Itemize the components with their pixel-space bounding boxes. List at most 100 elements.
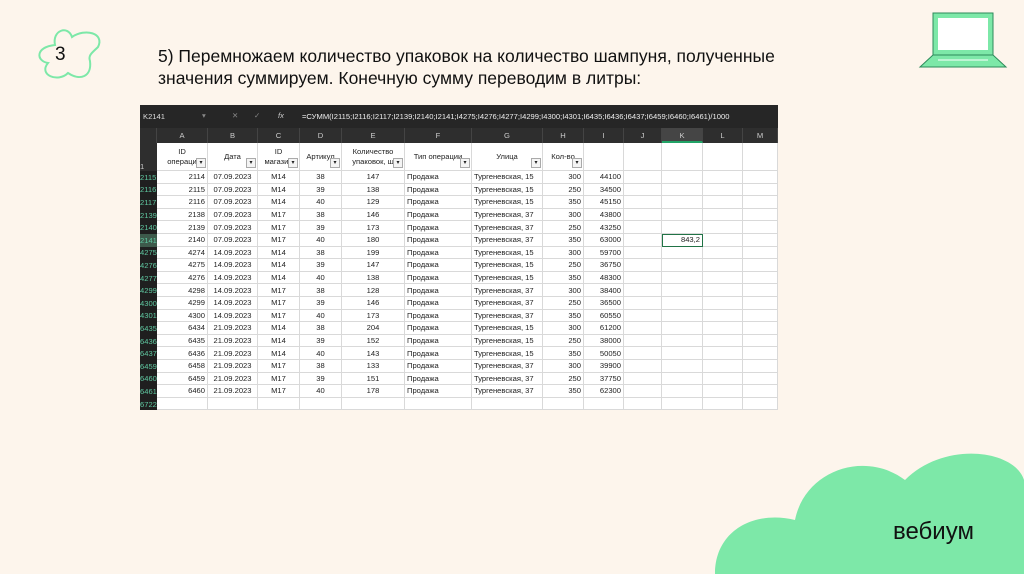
cell[interactable] [662,221,703,234]
row-number[interactable]: 6722 [140,397,157,410]
cell[interactable]: 147 [342,171,405,184]
cell[interactable] [662,183,703,197]
cell[interactable]: 151 [342,372,405,386]
cell[interactable] [703,284,743,297]
cell[interactable]: 40 [300,196,342,209]
cell[interactable] [624,309,662,323]
cell[interactable]: 39 [300,372,342,386]
cell[interactable] [743,347,778,360]
cell[interactable]: 250 [543,372,584,386]
cell[interactable]: Тургеневская, 37 [472,360,543,373]
cell[interactable] [743,297,778,310]
cell[interactable]: 36750 [584,259,624,272]
cell[interactable]: 39 [300,297,342,310]
cell[interactable]: 14.09.2023 [208,246,258,260]
header-cell[interactable]: Кол-во ▾ [543,143,584,171]
cell[interactable] [662,171,703,184]
filter-dropdown-icon[interactable]: ▾ [330,158,340,168]
cell[interactable] [662,322,703,335]
cell[interactable] [342,397,405,410]
cell[interactable] [703,372,743,386]
cell[interactable] [743,322,778,335]
column-header-H[interactable]: H [543,128,584,143]
cell[interactable] [662,372,703,386]
cell[interactable] [703,234,743,247]
cell[interactable]: 38000 [584,334,624,348]
column-header-C[interactable]: C [258,128,300,143]
header-cell[interactable]: Улица ▾ [472,143,543,171]
row-number[interactable]: 6460 [140,372,157,386]
cell[interactable]: 2115 [157,183,208,197]
cell[interactable]: Тургеневская, 37 [472,385,543,398]
column-header-F[interactable]: F [405,128,472,143]
cell[interactable] [662,284,703,297]
row-number[interactable]: 6459 [140,360,157,373]
cell[interactable] [662,297,703,310]
cell[interactable]: Тургеневская, 15 [472,271,543,285]
cell[interactable]: Тургеневская, 37 [472,309,543,323]
cell[interactable]: 21.09.2023 [208,372,258,386]
cell[interactable]: 21.09.2023 [208,334,258,348]
cell[interactable]: 6434 [157,322,208,335]
cell[interactable]: Тургеневская, 37 [472,297,543,310]
row-number[interactable]: 4299 [140,284,157,297]
cell[interactable]: 300 [543,360,584,373]
cell[interactable]: Тургеневская, 15 [472,259,543,272]
cell[interactable]: 350 [543,271,584,285]
cell[interactable]: 4298 [157,284,208,297]
filter-dropdown-icon[interactable]: ▾ [531,158,541,168]
cell[interactable] [703,246,743,260]
cell[interactable]: Продажа [405,372,472,386]
cell[interactable]: 39 [300,259,342,272]
cell[interactable]: 250 [543,183,584,197]
row-number[interactable]: 6437 [140,347,157,360]
cell[interactable]: M14 [258,183,300,197]
column-header-B[interactable]: B [208,128,258,143]
cell[interactable]: 14.09.2023 [208,297,258,310]
cell[interactable] [662,271,703,285]
row-number[interactable]: 2140 [140,221,157,234]
cell[interactable]: 6458 [157,360,208,373]
cell[interactable] [703,196,743,209]
select-all-corner[interactable] [140,128,157,143]
cell[interactable]: M14 [258,271,300,285]
cell[interactable]: M14 [258,196,300,209]
column-header-M[interactable]: M [743,128,778,143]
cell[interactable]: 14.09.2023 [208,284,258,297]
cell[interactable]: 38 [300,284,342,297]
cell[interactable]: 40 [300,309,342,323]
cell[interactable]: 50050 [584,347,624,360]
cell[interactable]: Тургеневская, 15 [472,347,543,360]
cell[interactable] [662,397,703,410]
cell[interactable]: Тургеневская, 37 [472,372,543,386]
cell[interactable]: 250 [543,221,584,234]
cell[interactable]: 4299 [157,297,208,310]
cell[interactable]: Тургеневская, 37 [472,284,543,297]
cell[interactable]: 14.09.2023 [208,271,258,285]
cell[interactable]: 180 [342,234,405,247]
cell[interactable]: 14.09.2023 [208,309,258,323]
cell[interactable] [300,397,342,410]
cell[interactable]: Тургеневская, 15 [472,334,543,348]
cell[interactable] [743,259,778,272]
cell[interactable] [743,234,778,247]
cell[interactable]: 60550 [584,309,624,323]
row-number[interactable]: 6461 [140,385,157,398]
cell[interactable]: 250 [543,297,584,310]
cell[interactable]: 38 [300,322,342,335]
cell[interactable]: 40 [300,234,342,247]
cell[interactable]: Тургеневская, 15 [472,183,543,197]
cell[interactable]: 129 [342,196,405,209]
cell[interactable]: 40 [300,347,342,360]
cell[interactable]: 38 [300,171,342,184]
cell[interactable]: 147 [342,259,405,272]
cell[interactable] [662,309,703,323]
cell[interactable] [703,397,743,410]
cell[interactable]: 07.09.2023 [208,196,258,209]
cell[interactable]: 300 [543,284,584,297]
cell[interactable]: M17 [258,385,300,398]
cell[interactable]: Тургеневская, 15 [472,196,543,209]
cell[interactable]: 133 [342,360,405,373]
cell[interactable]: 21.09.2023 [208,322,258,335]
cell[interactable]: M17 [258,297,300,310]
